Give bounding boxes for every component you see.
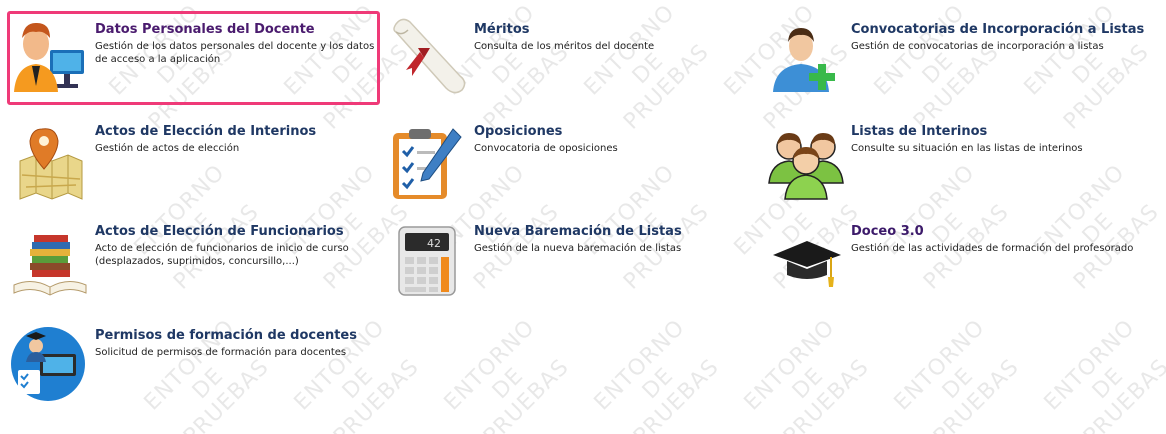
watermark-stamp: ENTORNODEPRUEBAS	[890, 315, 1028, 434]
user-group-icon	[768, 133, 844, 200]
menu-item-oposiciones[interactable]: Oposiciones Convocatoria de oposiciones	[385, 115, 755, 210]
menu-item-description: Gestión de actos de elección	[95, 143, 240, 154]
calculator-icon: 42	[398, 226, 456, 296]
watermark-stamp: ENTORNODEPRUEBAS	[1040, 315, 1166, 434]
menu-item-doceo[interactable]: Doceo 3.0 Gestión de las actividades de …	[765, 215, 1165, 310]
watermark-line: ENTORNO	[739, 314, 841, 416]
training-permit-icon	[11, 327, 85, 401]
menu-item-title[interactable]: Actos de Elección de Funcionarios	[95, 224, 344, 239]
watermark-line: DE	[787, 363, 829, 405]
menu-item-permisos-formacion[interactable]: Permisos de formación de docentes Solici…	[0, 318, 390, 413]
menu-item-nueva-baremacion[interactable]: 42 Nueva Baremación de Listas Gestión de…	[385, 215, 755, 310]
menu-item-convocatorias-incorporacion[interactable]: Convocatorias de Incorporación a Listas …	[765, 0, 1165, 110]
watermark-line: PRUEBAS	[1079, 354, 1166, 434]
watermark-line: ENTORNO	[1039, 314, 1141, 416]
menu-item-description: Gestión de convocatorias de incorporació…	[851, 41, 1104, 52]
menu-item-title[interactable]: Méritos	[474, 22, 530, 37]
watermark-line: ENTORNO	[589, 314, 691, 416]
menu-item-actos-eleccion-funcionarios[interactable]: Actos de Elección de Funcionarios Acto d…	[0, 215, 390, 310]
menu-item-description: Gestión de las actividades de formación …	[851, 243, 1134, 254]
menu-item-title[interactable]: Convocatorias de Incorporación a Listas	[851, 22, 1144, 37]
menu-item-meritos[interactable]: Méritos Consulta de los méritos del doce…	[385, 0, 755, 110]
menu-item-title[interactable]: Oposiciones	[474, 124, 562, 139]
menu-item-actos-eleccion-interinos[interactable]: Actos de Elección de Interinos Gestión d…	[0, 115, 390, 210]
clipboard-checklist-icon	[393, 128, 462, 199]
watermark-line: ENTORNO	[889, 314, 991, 416]
add-user-icon	[773, 28, 835, 92]
teacher-at-computer-icon	[14, 22, 84, 92]
menu-item-description: Consulte su situación en las listas de i…	[851, 143, 1083, 154]
graduation-cap-icon	[773, 241, 841, 287]
menu-item-title[interactable]: Listas de Interinos	[851, 124, 987, 139]
watermark-line: PRUEBAS	[779, 354, 875, 434]
watermark-line: DE	[937, 363, 979, 405]
menu-item-description: Acto de elección de funcionarios de inic…	[95, 243, 349, 267]
watermark-line: DE	[637, 363, 679, 405]
watermark-stamp: ENTORNODEPRUEBAS	[740, 315, 878, 434]
menu-item-title[interactable]: Datos Personales del Docente	[95, 22, 315, 37]
watermark-stamp: ENTORNODEPRUEBAS	[590, 315, 728, 434]
menu-item-description: Convocatoria de oposiciones	[474, 143, 618, 154]
watermark-line: PRUEBAS	[479, 354, 575, 434]
watermark-line: PRUEBAS	[629, 354, 725, 434]
menu-item-description: Gestión de los datos personales del doce…	[95, 41, 375, 65]
map-pin-icon	[19, 128, 83, 200]
watermark-line: DE	[1087, 363, 1129, 405]
books-stack-icon	[13, 235, 87, 296]
watermark-line: DE	[487, 363, 529, 405]
svg-text:42: 42	[427, 237, 441, 250]
menu-item-description: Solicitud de permisos de formación para …	[95, 347, 347, 358]
watermark-stamp: ENTORNODEPRUEBAS	[440, 315, 578, 434]
menu-item-datos-personales[interactable]: Datos Personales del Docente Gestión de …	[0, 0, 390, 110]
watermark-line: ENTORNO	[439, 314, 541, 416]
menu-item-description: Gestión de la nueva baremación de listas	[474, 243, 682, 254]
watermark-line: PRUEBAS	[929, 354, 1025, 434]
menu-item-title[interactable]: Actos de Elección de Interinos	[95, 124, 316, 139]
diploma-scroll-icon	[393, 18, 466, 94]
menu-item-title[interactable]: Doceo 3.0	[851, 224, 924, 239]
menu-item-listas-interinos[interactable]: Listas de Interinos Consulte su situació…	[765, 115, 1165, 210]
menu-item-title[interactable]: Nueva Baremación de Listas	[474, 224, 682, 239]
menu-item-description: Consulta de los méritos del docente	[474, 41, 655, 52]
menu-item-title[interactable]: Permisos de formación de docentes	[95, 328, 357, 343]
